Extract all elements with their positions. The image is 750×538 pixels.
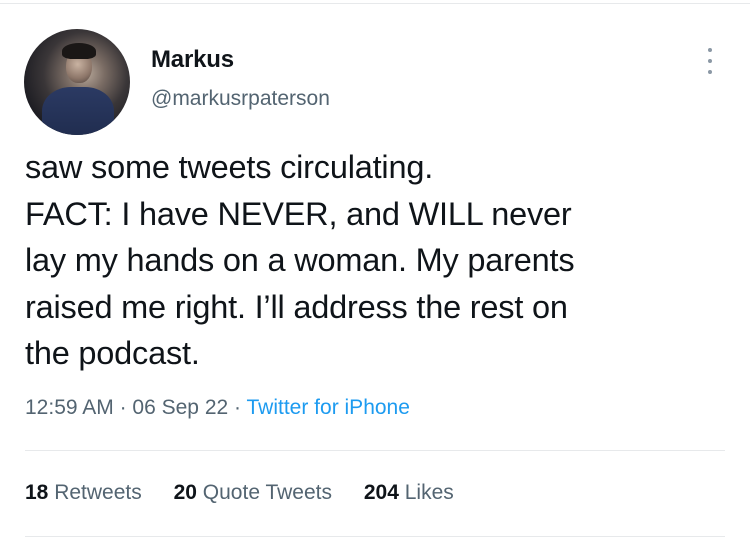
quotes-count: 20 (173, 481, 197, 504)
more-options-icon[interactable] (702, 48, 718, 74)
quotes-label: Quote Tweets (202, 481, 332, 504)
meta-separator: · (119, 396, 127, 419)
retweets-label: Retweets (54, 481, 142, 504)
author-handle[interactable]: @markusrpaterson (151, 87, 330, 111)
retweets-stat[interactable]: 18 Retweets (25, 481, 142, 504)
likes-count: 204 (363, 481, 399, 504)
likes-stat[interactable]: 204 Likes (364, 481, 454, 504)
dot (708, 48, 712, 52)
dot (708, 70, 712, 74)
retweets-count: 18 (25, 481, 49, 504)
divider (25, 536, 725, 537)
tweet-time[interactable]: 12:59 AM (25, 396, 114, 419)
author-name[interactable]: Markus (151, 46, 234, 74)
meta-separator: · (234, 396, 242, 419)
avatar[interactable] (24, 29, 130, 135)
avatar-body (42, 87, 114, 135)
quote-tweets-stat[interactable]: 20 Quote Tweets (174, 481, 332, 504)
tweet-text: saw some tweets circulating. FACT: I hav… (25, 149, 575, 371)
avatar-hair (62, 43, 96, 59)
dot (708, 59, 712, 63)
top-border (0, 3, 750, 4)
tweet-stats: 18 Retweets 20 Quote Tweets 204 Likes (25, 481, 480, 505)
tweet-source-link[interactable]: Twitter for iPhone (247, 396, 410, 419)
tweet-date[interactable]: 06 Sep 22 (132, 396, 228, 419)
likes-label: Likes (404, 481, 454, 504)
tweet-meta: 12:59 AM · 06 Sep 22 · Twitter for iPhon… (25, 396, 410, 420)
divider (25, 450, 725, 451)
